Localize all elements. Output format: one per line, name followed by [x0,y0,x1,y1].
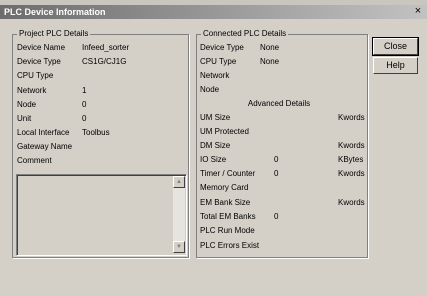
device-type-label: Device Type [17,57,61,66]
dm-size-unit: Kwords [338,141,365,150]
project-plc-details-title: Project PLC Details [17,29,91,39]
local-interface-label: Local Interface [17,128,70,137]
memory-card-label: Memory Card [200,183,249,192]
plc-errors-exist-label: PLC Errors Exist [200,241,260,250]
um-size-unit: Kwords [338,113,365,122]
total-em-banks-label: Total EM Banks [200,212,256,221]
network-label: Network [17,86,47,95]
connected-plc-details-title: Connected PLC Details [201,29,289,39]
comment-label: Comment [17,156,52,165]
adv-row-io-size: IO Size 0 KBytes [200,154,364,165]
comment-textarea[interactable]: ▲ ▼ [16,174,187,256]
em-bank-size-unit: Kwords [338,198,365,207]
network-value: 1 [82,86,87,95]
device-name-label: Device Name [17,43,66,52]
node-label: Node [17,100,37,109]
connected-plc-details-group: Connected PLC Details Device Type None C… [196,29,368,258]
um-size-label: UM Size [200,113,231,122]
adv-row-plc-errors-exist: PLC Errors Exist [200,240,364,251]
help-button[interactable]: Help [373,57,418,74]
advanced-details-heading: Advanced Details [247,99,311,108]
project-plc-details-group: Project PLC Details Device Name Infeed_s… [12,29,189,258]
conn-device-type-label: Device Type [200,43,244,52]
timer-counter-unit: Kwords [338,169,365,178]
close-button[interactable]: Close [373,38,418,55]
io-size-value: 0 [274,155,279,164]
adv-row-dm-size: DM Size Kwords [200,140,365,151]
cpu-type-label: CPU Type [17,71,54,80]
adv-row-um-size: UM Size Kwords [200,112,365,123]
title-bar[interactable]: PLC Device Information × [0,5,427,19]
window-title: PLC Device Information [4,7,106,17]
conn-node-label: Node [200,85,220,94]
unit-value: 0 [82,114,87,123]
device-type-value: CS1G/CJ1G [82,57,127,66]
adv-row-memory-card: Memory Card [200,182,364,193]
total-em-banks-value: 0 [274,212,279,221]
conn-cpu-type-label: CPU Type [200,57,237,66]
gateway-name-label: Gateway Name [17,142,73,151]
io-size-label: IO Size [200,155,227,164]
unit-label: Unit [17,114,32,123]
adv-row-total-em-banks: Total EM Banks 0 [200,211,364,222]
adv-row-em-bank-size: EM Bank Size Kwords [200,197,365,208]
conn-device-type-value: None [260,43,280,52]
scroll-down-icon[interactable]: ▼ [173,241,185,253]
em-bank-size-label: EM Bank Size [200,198,251,207]
um-protected-label: UM Protected [200,127,249,136]
node-value: 0 [82,100,87,109]
conn-cpu-type-value: None [260,57,280,66]
comment-scrollbar[interactable]: ▲ ▼ [173,176,185,253]
timer-counter-label: Timer / Counter [200,169,256,178]
adv-row-plc-run-mode: PLC Run Mode [200,225,364,236]
plc-run-mode-label: PLC Run Mode [200,226,255,235]
timer-counter-value: 0 [274,169,279,178]
io-size-unit: KBytes [338,155,364,164]
dm-size-label: DM Size [200,141,231,150]
adv-row-um-protected: UM Protected [200,126,364,137]
scroll-up-icon[interactable]: ▲ [173,176,185,188]
device-name-value: Infeed_sorter [82,43,130,52]
close-icon[interactable]: × [412,5,424,18]
adv-row-timer-counter: Timer / Counter 0 Kwords [200,168,365,179]
conn-network-label: Network [200,71,230,80]
local-interface-value: Toolbus [82,128,110,137]
